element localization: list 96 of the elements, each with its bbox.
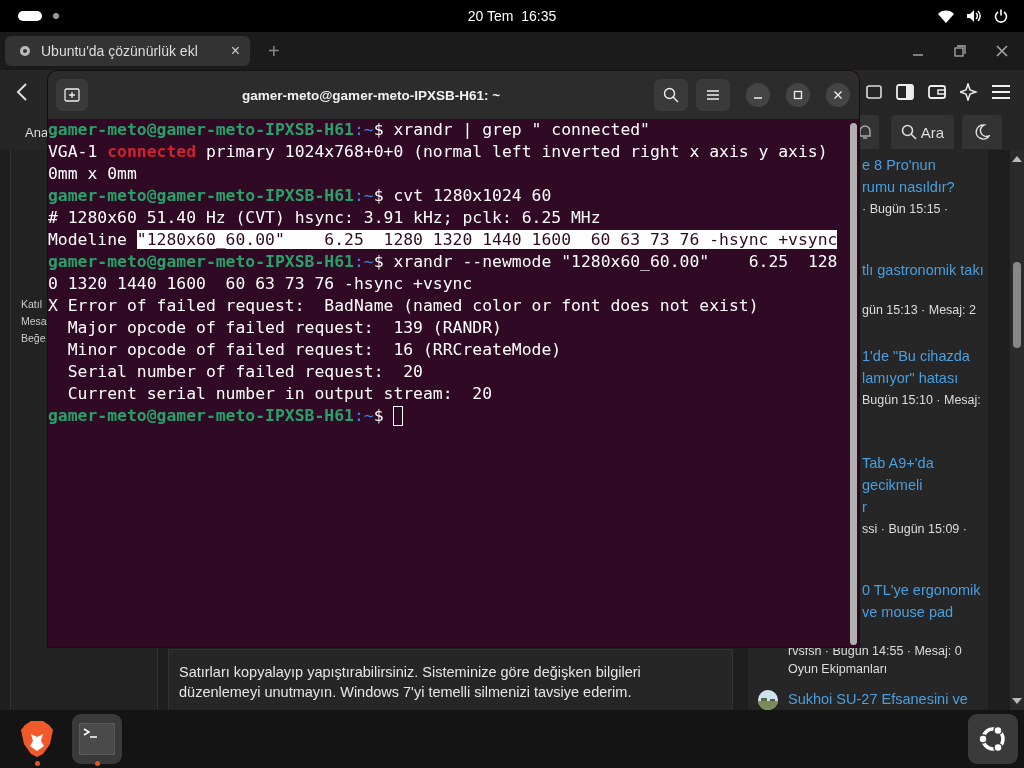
wallet-icon[interactable] [928,84,946,100]
sidebar-icon[interactable] [896,84,914,100]
post-text: Satırları kopyalayıp yapıştırabilirsiniz. Sisteminize göre değişken bilgileri düzenlemeyi unutmayın. Windows 7'yi temelli silmenizi tavsiye ederim. [179,663,642,702]
close-button[interactable] [826,83,850,107]
power-icon[interactable] [994,9,1008,23]
output-text: Serial number of failed request: 20 [66,362,423,381]
output-text: connected [107,142,197,161]
minimize-button[interactable] [746,83,770,107]
topic-link[interactable]: tlı gastronomik takı [862,259,984,281]
running-dot [95,761,100,766]
prompt-sign: $ [373,406,384,425]
volume-icon[interactable] [966,9,982,23]
output-text: # 1280x60 51.40 Hz (CVT) hsync: 3.91 kHz; pclk: 6.25 MHz [48,208,601,227]
workspace-indicator-icon[interactable] [18,11,62,21]
output-text: primary 1024x768+0+0 (normal left inverted right x axis y axis) [204,142,828,161]
new-tab-button[interactable] [56,79,88,111]
menu-icon[interactable] [992,85,1010,99]
topic-meta: gün 15:13 · Mesaj: 2 [862,302,976,319]
page-scrollbar[interactable] [1010,150,1024,710]
search-button[interactable]: Ara [890,115,954,149]
moon-icon [974,124,990,140]
scroll-up-icon[interactable] [1012,156,1022,162]
topic-link[interactable]: 1'de "Bu cihazda [862,345,970,367]
wifi-icon[interactable] [938,9,954,23]
minimize-icon [754,97,762,99]
close-icon [833,90,843,100]
topic-link[interactable]: e 8 Pro'nun [862,154,936,176]
prompt-user: gamer-meto@gamer-meto-IPXSB-H61 [48,406,354,425]
topic-link[interactable]: ve mouse pad [862,601,954,623]
add-tab-icon [64,88,80,102]
site-favicon-icon [19,45,31,57]
topic-meta: ssi · Bugün 15:09 · [862,521,967,538]
scroll-down-icon[interactable] [1012,698,1022,704]
search-button[interactable] [654,79,688,111]
output-text: Current serial number in output stream: 20 [66,384,493,403]
prompt-sign: $ [373,186,384,205]
command-text: xrandr | grep " connected" [393,120,650,139]
output-text: Modeline [48,230,128,249]
tab-title: Ubuntu'da çözünürlük ekl [41,43,199,59]
apps-button[interactable] [968,714,1018,764]
prompt-path: :~ [353,120,374,139]
terminal-icon [79,723,115,755]
sidebar-label: Katıl [21,297,42,312]
menu-icon [707,90,719,100]
back-icon[interactable] [16,83,28,101]
topic-meta: Bugün 15:10 · Mesaj: [862,392,981,409]
topic-link[interactable]: r [862,496,867,518]
nav-link[interactable]: Ana [25,124,49,140]
lion-icon [20,720,54,758]
prompt-path: :~ [353,252,374,271]
prompt-sign: $ [373,252,384,271]
topic-link[interactable]: rumu nasıldır? [862,176,955,198]
topic-link[interactable]: Tab A9+'da [862,452,934,474]
screenshot-icon[interactable] [866,84,882,100]
topic-link[interactable]: 0 TL'ye ergonomik [862,579,981,601]
window-title: gamer-meto@gamer-meto-IPXSB-H61: ~ [240,87,502,103]
ubuntu-icon [978,724,1008,754]
maximize-button[interactable] [786,83,810,107]
menu-button[interactable] [696,79,730,111]
topic-link[interactable]: Sukhoi SU-27 Efsanesini ve [788,688,968,710]
prompt-user: gamer-meto@gamer-meto-IPXSB-H61 [48,186,354,205]
output-text: Minor opcode of failed request: 16 (RRCreateMode) [66,340,562,359]
running-dot [35,761,40,766]
output-text: X Error of failed request: BadName (named color or font does not exist) [48,296,759,315]
prompt-user: gamer-meto@gamer-meto-IPXSB-H61 [48,120,354,139]
search-icon [663,87,679,103]
new-tab-button[interactable]: + [262,39,286,63]
output-text: VGA-1 [48,142,99,161]
topic-meta: · Bugün 15:15 · [862,201,949,218]
output-text: 0mm x 0mm [48,164,137,183]
topic-category[interactable]: Oyun Ekipmanları [788,660,888,678]
close-tab-button[interactable]: × [230,42,240,60]
selected-text: "1280x60_60.00" 6.25 1280 1320 1440 1600 60 63 73 76 -hsync +vsync [136,230,838,249]
sidebar-label: Beğe [21,331,46,346]
sparkle-icon[interactable] [960,83,978,101]
scroll-thumb[interactable] [1013,262,1021,348]
close-icon[interactable] [996,45,1008,57]
restore-icon[interactable] [954,45,966,57]
sidebar-label: Mesa [21,314,47,329]
terminal-scrollbar[interactable] [850,123,857,645]
search-icon [900,124,917,140]
browser-tab[interactable]: Ubuntu'da çözünürlük ekl × [5,36,250,66]
theme-button[interactable] [962,115,1002,149]
prompt-sign: $ [373,120,384,139]
prompt-user: gamer-meto@gamer-meto-IPXSB-H61 [48,252,354,271]
maximize-icon [793,90,803,100]
output-text: 0 1320 1440 1600 60 63 73 76 -hsync +vsync [48,274,473,293]
topic-link[interactable]: lamıyor" hatası [862,367,959,389]
command-text: xrandr --newmode "1280x60_60.00" 6.25 128 [393,252,838,271]
clock[interactable]: 20 Tem 16:35 [452,8,572,24]
topic-link[interactable]: gecikmeli [862,474,923,496]
search-label: Ara [920,123,944,141]
prompt-path: :~ [353,186,374,205]
prompt-path: :~ [353,406,374,425]
output-text: Major opcode of failed request: 139 (RANDR) [66,318,502,337]
command-text: cvt 1280x1024 60 [393,186,552,205]
